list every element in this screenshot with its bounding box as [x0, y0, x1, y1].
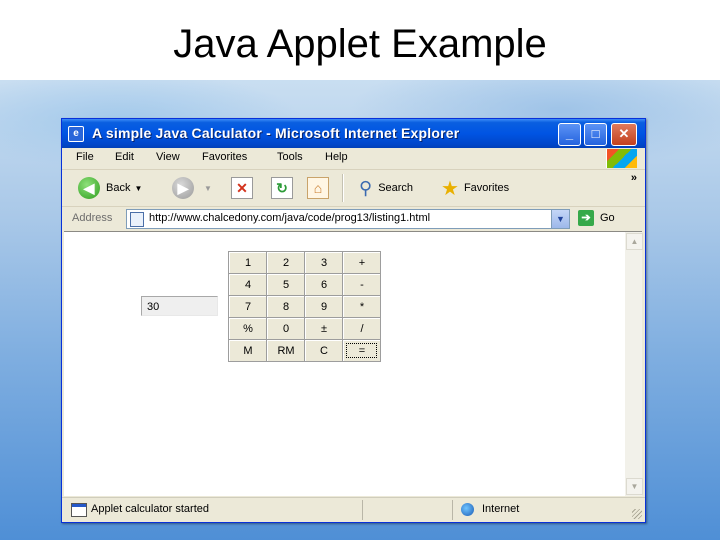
- address-label: Address: [72, 212, 113, 224]
- stop-icon: ✕: [231, 177, 253, 199]
- search-icon: ⚲: [359, 177, 373, 198]
- title-bar[interactable]: e A simple Java Calculator - Microsoft I…: [62, 119, 645, 148]
- key-4[interactable]: 4: [229, 274, 266, 295]
- status-divider: [362, 500, 363, 520]
- key-2[interactable]: 2: [267, 252, 304, 273]
- go-label: Go: [600, 212, 615, 224]
- key-8[interactable]: 8: [267, 296, 304, 317]
- internet-globe-icon: [461, 503, 474, 516]
- back-dropdown-icon[interactable]: ▼: [134, 184, 142, 193]
- browser-window: e A simple Java Calculator - Microsoft I…: [61, 118, 646, 523]
- go-arrow-icon: ➔: [578, 210, 594, 226]
- key-recall-memory[interactable]: RM: [267, 340, 304, 361]
- menu-bar: File Edit View Favorites Tools Help: [62, 148, 645, 170]
- stop-button[interactable]: ✕: [231, 176, 253, 200]
- calculator-keypad: 1 2 3 + 4 5 6 - 7 8 9 * % 0 ± / M RM C =: [228, 251, 381, 362]
- status-divider: [452, 500, 453, 520]
- toolbar-separator: [342, 174, 344, 202]
- page-status-icon: [71, 503, 87, 517]
- key-divide[interactable]: /: [343, 318, 380, 339]
- refresh-icon: ↻: [271, 177, 293, 199]
- key-5[interactable]: 5: [267, 274, 304, 295]
- favorites-label: Favorites: [463, 182, 510, 194]
- slide-title: Java Applet Example: [173, 22, 547, 66]
- status-bar: Applet calculator started Internet: [62, 497, 645, 522]
- key-6[interactable]: 6: [305, 274, 342, 295]
- security-zone: Internet: [482, 503, 520, 515]
- key-plus-minus[interactable]: ±: [305, 318, 342, 339]
- calculator-display[interactable]: 30: [141, 296, 218, 316]
- resize-grip-icon[interactable]: [632, 509, 642, 519]
- menu-tools[interactable]: Tools: [277, 151, 303, 163]
- key-percent[interactable]: %: [229, 318, 266, 339]
- status-text: Applet calculator started: [91, 503, 210, 515]
- window-title: A simple Java Calculator - Microsoft Int…: [92, 125, 460, 141]
- address-bar: Address http://www.chalcedony.com/java/c…: [62, 207, 645, 230]
- menu-help[interactable]: Help: [325, 151, 348, 163]
- toolbar-more-chevron[interactable]: »: [631, 172, 637, 184]
- page-content: 30 1 2 3 + 4 5 6 - 7 8 9 * % 0 ± / M RM …: [64, 231, 625, 496]
- address-input[interactable]: http://www.chalcedony.com/java/code/prog…: [126, 209, 570, 229]
- address-url[interactable]: http://www.chalcedony.com/java/code/prog…: [149, 212, 430, 224]
- home-icon: ⌂: [307, 177, 329, 199]
- menu-file[interactable]: File: [76, 151, 94, 163]
- scroll-down-icon[interactable]: ▼: [626, 478, 643, 495]
- close-button[interactable]: ✕: [611, 123, 637, 146]
- key-plus[interactable]: +: [343, 252, 380, 273]
- windows-logo-icon: [606, 149, 637, 168]
- back-button[interactable]: ◀ Back ▼: [78, 176, 142, 200]
- page-icon: [130, 212, 144, 227]
- key-9[interactable]: 9: [305, 296, 342, 317]
- key-3[interactable]: 3: [305, 252, 342, 273]
- search-button[interactable]: ⚲ Search: [359, 176, 413, 200]
- menu-favorites[interactable]: Favorites: [202, 151, 247, 163]
- favorites-button[interactable]: ★ Favorites: [441, 176, 509, 200]
- forward-button[interactable]: ▶ ▼: [172, 176, 212, 200]
- menu-edit[interactable]: Edit: [115, 151, 134, 163]
- key-1[interactable]: 1: [229, 252, 266, 273]
- maximize-button[interactable]: □: [584, 123, 607, 146]
- forward-arrow-icon: ▶: [172, 177, 194, 199]
- key-0[interactable]: 0: [267, 318, 304, 339]
- forward-dropdown-icon[interactable]: ▼: [204, 184, 212, 193]
- refresh-button[interactable]: ↻: [271, 176, 293, 200]
- key-multiply[interactable]: *: [343, 296, 380, 317]
- home-button[interactable]: ⌂: [307, 176, 329, 200]
- standard-toolbar: ◀ Back ▼ ▶ ▼ ✕ ↻ ⌂ ⚲ Search ★ Favorites …: [62, 170, 645, 207]
- key-clear[interactable]: C: [305, 340, 342, 361]
- search-label: Search: [378, 182, 414, 194]
- key-7[interactable]: 7: [229, 296, 266, 317]
- back-label: Back: [106, 182, 131, 194]
- key-minus[interactable]: -: [343, 274, 380, 295]
- scroll-up-icon[interactable]: ▲: [626, 233, 643, 250]
- key-equals[interactable]: =: [343, 340, 380, 361]
- favorites-star-icon: ★: [441, 177, 459, 200]
- ie-logo-icon: e: [68, 126, 84, 142]
- minimize-button[interactable]: _: [558, 123, 581, 146]
- go-button[interactable]: ➔ Go: [578, 210, 615, 226]
- menu-view[interactable]: View: [156, 151, 180, 163]
- back-arrow-icon: ◀: [78, 177, 100, 199]
- address-dropdown-icon[interactable]: ▼: [551, 210, 569, 228]
- key-memory[interactable]: M: [229, 340, 266, 361]
- vertical-scrollbar[interactable]: ▲ ▼: [625, 231, 643, 496]
